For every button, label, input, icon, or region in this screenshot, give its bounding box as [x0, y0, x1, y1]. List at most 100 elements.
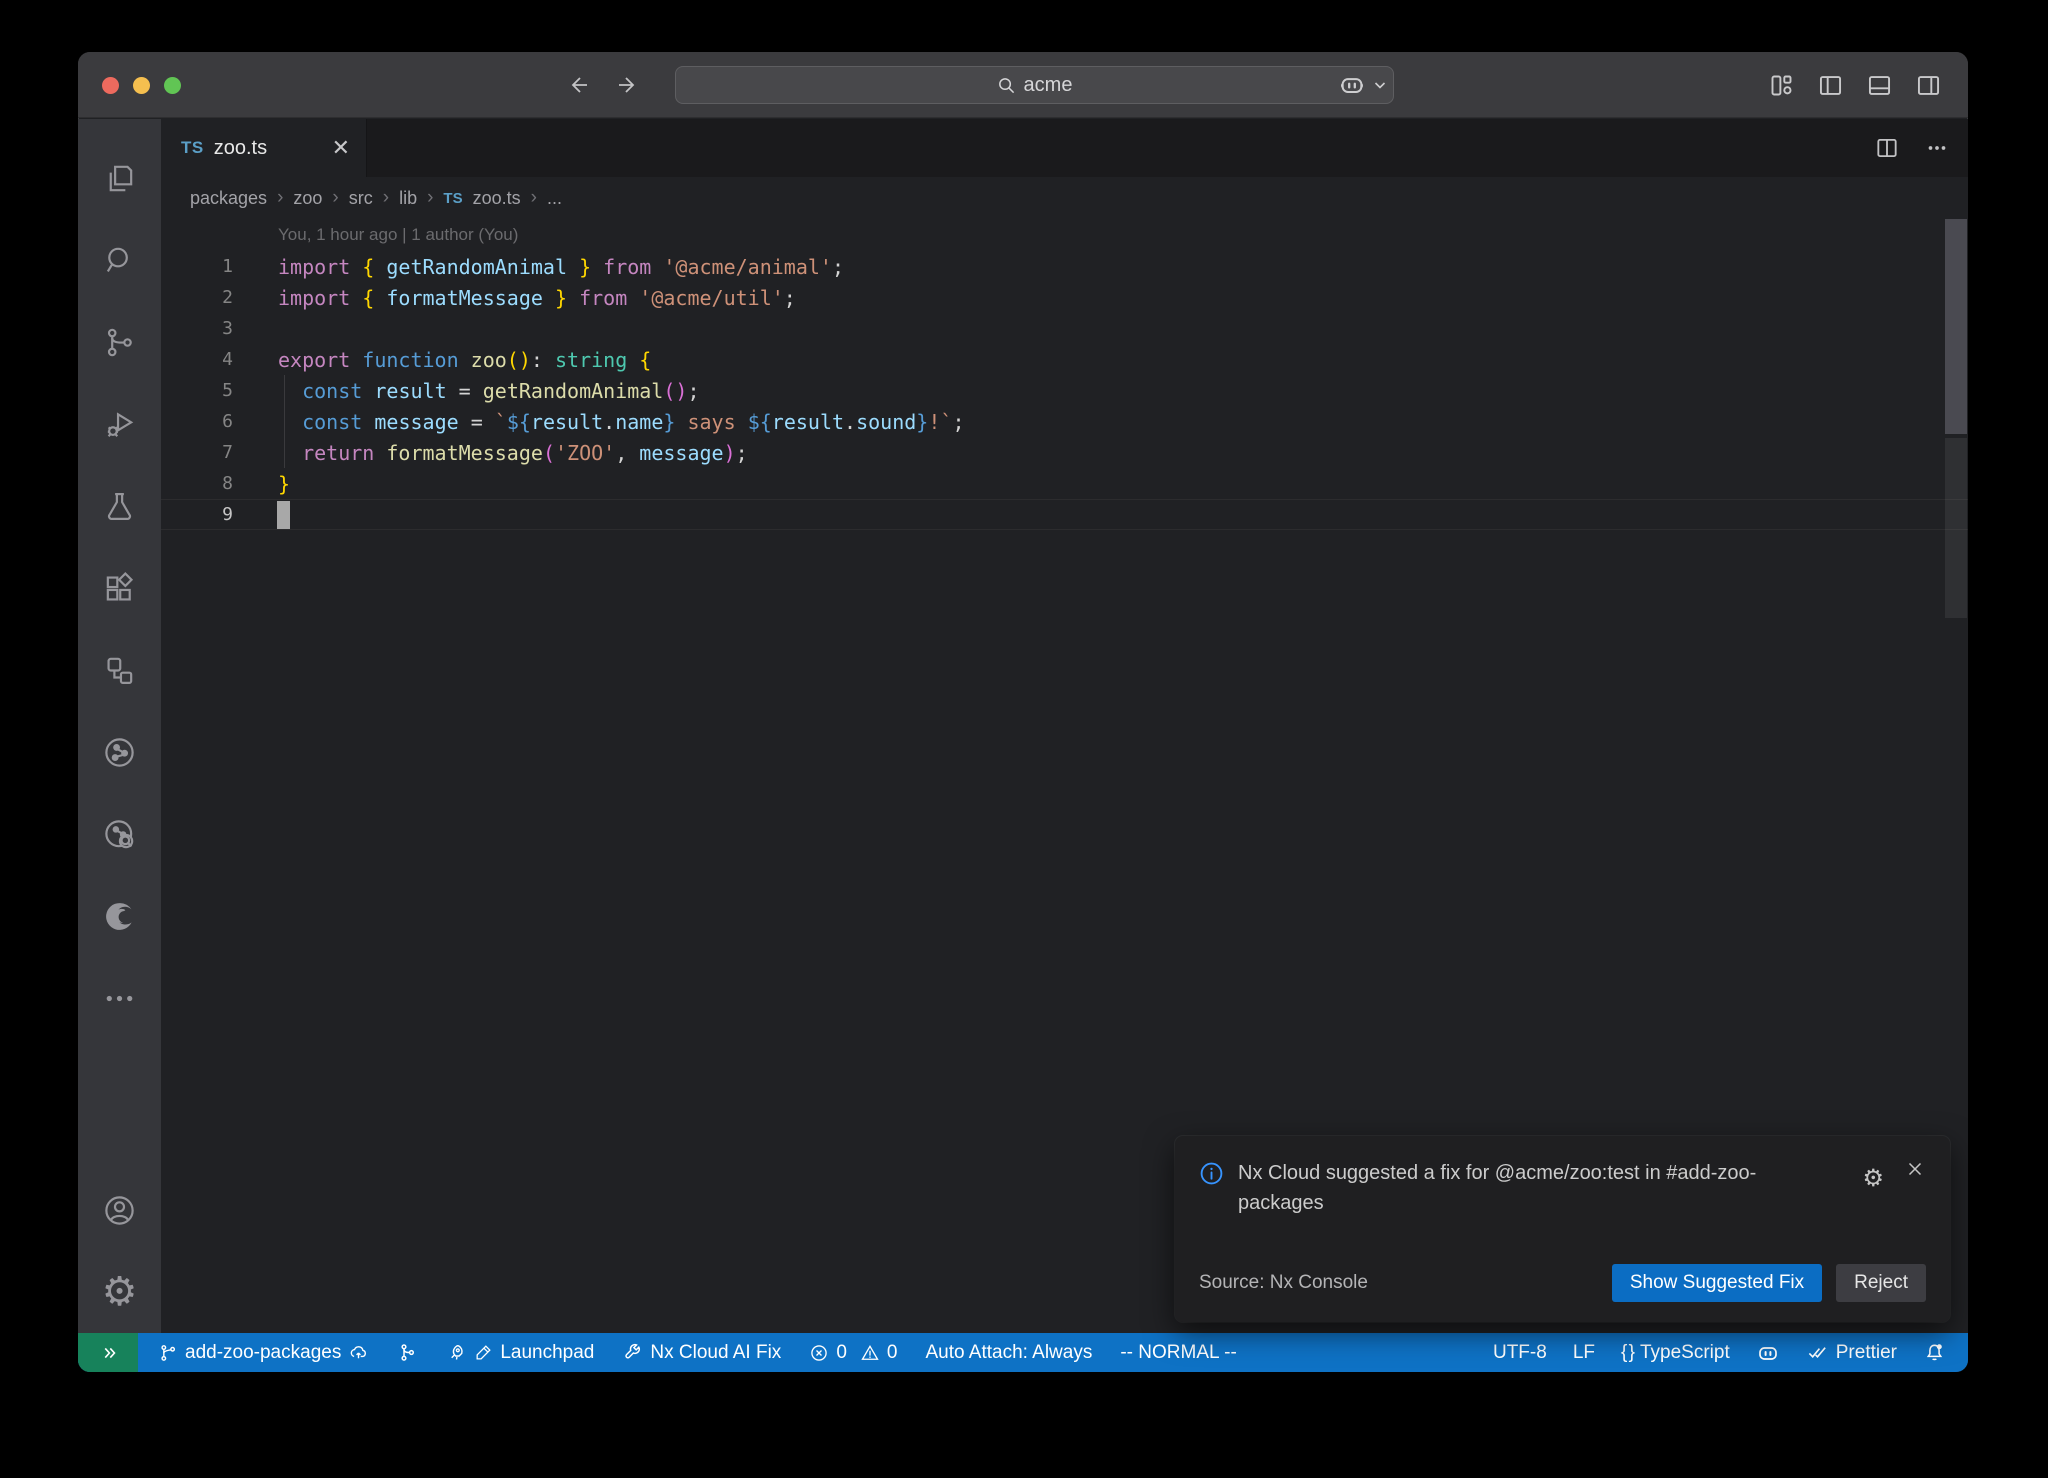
chevron-right-icon: ›	[383, 187, 389, 209]
back-arrow-icon[interactable]	[566, 73, 590, 97]
breadcrumb-item[interactable]: src	[349, 188, 373, 209]
accounts-icon[interactable]	[78, 1169, 161, 1251]
code-line-2[interactable]: 2import { formatMessage } from '@acme/ut…	[161, 282, 1968, 313]
split-editor-icon[interactable]	[1874, 135, 1900, 161]
problems-status[interactable]: 0 0	[809, 1342, 897, 1364]
chevron-right-icon: ›	[427, 187, 433, 209]
toggle-primary-sidebar-icon[interactable]	[1817, 72, 1844, 99]
command-center-search[interactable]: acme	[675, 66, 1394, 104]
editor-cursor	[277, 501, 290, 529]
chevron-right-icon: ›	[332, 187, 338, 209]
notification-toast: Nx Cloud suggested a fix for @acme/zoo:t…	[1175, 1136, 1950, 1322]
prettier-status[interactable]: Prettier	[1806, 1341, 1897, 1364]
breadcrumb-overflow[interactable]: ...	[547, 188, 562, 209]
remote-windows-icon[interactable]	[78, 629, 161, 711]
code-line-8[interactable]: 8}	[161, 468, 1968, 499]
code-text: import { getRandomAnimal } from '@acme/a…	[233, 255, 844, 279]
reject-button[interactable]: Reject	[1836, 1264, 1926, 1302]
breadcrumb-item[interactable]: zoo	[293, 188, 322, 209]
line-number: 4	[161, 349, 233, 370]
typescript-file-icon: TS	[181, 138, 204, 158]
search-icon	[997, 76, 1016, 95]
toggle-panel-icon[interactable]	[1866, 72, 1893, 99]
encoding-status[interactable]: UTF-8	[1493, 1342, 1547, 1364]
search-value: acme	[1024, 74, 1073, 97]
chevron-down-icon[interactable]	[1372, 77, 1388, 93]
code-line-4[interactable]: 4export function zoo(): string {	[161, 344, 1968, 375]
editor-scrollbar[interactable]	[1945, 219, 1967, 434]
vim-mode-status[interactable]: -- NORMAL --	[1120, 1342, 1236, 1364]
code-line-5[interactable]: 5 const result = getRandomAnimal();	[161, 375, 1968, 406]
copilot-status[interactable]	[1756, 1341, 1780, 1365]
activity-bar: ⚙	[78, 119, 161, 1333]
line-number: 9	[161, 504, 233, 525]
run-and-debug-icon[interactable]	[78, 383, 161, 465]
extensions-icon[interactable]	[78, 547, 161, 629]
error-count: 0	[836, 1342, 847, 1364]
nx-console-icon[interactable]	[78, 711, 161, 793]
line-number: 1	[161, 256, 233, 277]
code-text: import { formatMessage } from '@acme/uti…	[233, 286, 796, 310]
nx-cloud-icon[interactable]	[78, 793, 161, 875]
nx-cloud-ai-fix-status[interactable]: Nx Cloud AI Fix	[622, 1342, 781, 1364]
indent-guide	[284, 375, 285, 468]
toggle-secondary-sidebar-icon[interactable]	[1915, 72, 1942, 99]
chevron-right-icon: ›	[531, 187, 537, 209]
customize-layout-icon[interactable]	[1768, 72, 1795, 99]
typescript-file-icon: TS	[443, 190, 462, 207]
breadcrumb-file[interactable]: zoo.ts	[473, 188, 521, 209]
line-number: 7	[161, 442, 233, 463]
more-actions-icon[interactable]	[1924, 135, 1950, 161]
title-bar: acme	[78, 52, 1968, 118]
breadcrumb-item[interactable]: lib	[399, 188, 417, 209]
code-line-6[interactable]: 6 const message = `${result.name} says $…	[161, 406, 1968, 437]
settings-gear-icon[interactable]: ⚙	[78, 1251, 161, 1333]
braces-icon: { }	[1621, 1342, 1633, 1364]
code-text: return formatMessage('ZOO', message);	[233, 441, 748, 465]
chevron-right-icon: ›	[277, 187, 283, 209]
line-number: 2	[161, 287, 233, 308]
copilot-icon[interactable]	[1338, 71, 1366, 99]
launchpad-status[interactable]: Launchpad	[446, 1342, 594, 1364]
minimize-window-button[interactable]	[133, 77, 150, 94]
code-lines: 1import { getRandomAnimal } from '@acme/…	[161, 251, 1968, 530]
tab-bar: TS zoo.ts ✕	[161, 119, 1968, 177]
warning-count: 0	[887, 1342, 898, 1364]
breadcrumb: packages › zoo › src › lib › TS zoo.ts ›…	[161, 177, 1968, 219]
explorer-icon[interactable]	[78, 137, 161, 219]
show-suggested-fix-button[interactable]: Show Suggested Fix	[1612, 1264, 1822, 1302]
language-status[interactable]: { } TypeScript	[1621, 1342, 1730, 1364]
git-graph-status[interactable]	[397, 1342, 418, 1363]
zoom-window-button[interactable]	[164, 77, 181, 94]
git-blame-annotation: You, 1 hour ago | 1 author (You)	[161, 219, 1968, 251]
source-control-icon[interactable]	[78, 301, 161, 383]
notifications-bell-icon[interactable]	[1923, 1341, 1946, 1364]
tab-close-icon[interactable]: ✕	[332, 135, 350, 161]
traffic-lights	[102, 52, 181, 118]
eol-status[interactable]: LF	[1573, 1342, 1595, 1364]
edge-browser-icon[interactable]	[78, 875, 161, 957]
remote-indicator[interactable]	[78, 1333, 138, 1372]
line-number: 6	[161, 411, 233, 432]
info-icon	[1199, 1161, 1224, 1218]
code-text: const message = `${result.name} says ${r…	[233, 410, 964, 434]
code-line-9[interactable]: 9	[161, 499, 1968, 530]
code-line-3[interactable]: 3	[161, 313, 1968, 344]
testing-icon[interactable]	[78, 465, 161, 547]
notification-message: Nx Cloud suggested a fix for @acme/zoo:t…	[1238, 1158, 1848, 1218]
close-window-button[interactable]	[102, 77, 119, 94]
auto-attach-status[interactable]: Auto Attach: Always	[925, 1342, 1092, 1364]
breadcrumb-item[interactable]: packages	[190, 188, 267, 209]
notification-source: Source: Nx Console	[1199, 1272, 1368, 1294]
tab-zoo-ts[interactable]: TS zoo.ts ✕	[161, 119, 367, 177]
line-number: 5	[161, 380, 233, 401]
forward-arrow-icon[interactable]	[616, 73, 640, 97]
more-views-icon[interactable]	[78, 957, 161, 1039]
notification-close-icon[interactable]	[1904, 1158, 1926, 1180]
code-line-1[interactable]: 1import { getRandomAnimal } from '@acme/…	[161, 251, 1968, 282]
notification-settings-gear-icon[interactable]: ⚙	[1862, 1158, 1884, 1198]
vscode-window: acme	[78, 52, 1968, 1372]
search-view-icon[interactable]	[78, 219, 161, 301]
code-line-7[interactable]: 7 return formatMessage('ZOO', message);	[161, 437, 1968, 468]
git-branch-status[interactable]: add-zoo-packages	[158, 1342, 369, 1364]
